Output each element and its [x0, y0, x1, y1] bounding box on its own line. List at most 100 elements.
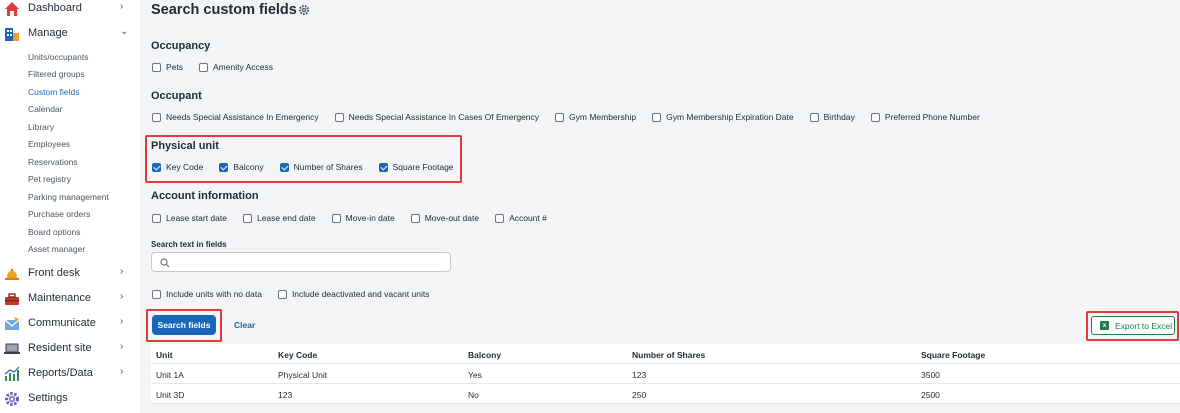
- sidebar-subitem-filtered-groups[interactable]: Filtered groups: [28, 69, 85, 79]
- physical-unit-fields: Key Code Balcony Number of Shares Square…: [152, 162, 470, 172]
- sidebar-subitem-units-occupants[interactable]: Units/occupants: [28, 52, 88, 62]
- chevron-right-icon: ›: [120, 341, 124, 352]
- checkbox-amenity-access[interactable]: Amenity Access: [199, 62, 273, 72]
- export-label: Export to Excel: [1115, 320, 1173, 331]
- account-fields: Lease start date Lease end date Move-in …: [152, 213, 563, 223]
- cell-unit: Unit 1A: [156, 370, 184, 380]
- building-icon: [4, 26, 22, 42]
- sidebar-item-label: Front desk: [28, 267, 80, 279]
- checkbox-include-deactivated[interactable]: Include deactivated and vacant units: [277, 289, 429, 299]
- chevron-right-icon: ›: [120, 266, 124, 277]
- cell-square-footage: 3500: [921, 370, 940, 380]
- occupant-fields: Needs Special Assistance In Emergency Ne…: [152, 112, 996, 122]
- search-icon: [160, 258, 170, 268]
- sidebar-subitem-purchase-orders[interactable]: Purchase orders: [28, 209, 90, 219]
- checkbox-square-footage[interactable]: Square Footage: [378, 162, 454, 172]
- checkbox-move-out-date[interactable]: Move-out date: [410, 213, 479, 223]
- excel-icon: x: [1100, 321, 1109, 330]
- results-table: Unit Key Code Balcony Number of Shares S…: [151, 344, 1180, 404]
- sidebar-item-resident-site[interactable]: Resident site ›: [0, 338, 140, 360]
- laptop-icon: [4, 341, 22, 357]
- sidebar-item-label: Communicate: [28, 317, 96, 329]
- section-title-account: Account information: [151, 190, 259, 202]
- search-options: Include units with no data Include deact…: [152, 289, 445, 299]
- cell-balcony: No: [468, 390, 479, 400]
- sidebar-subitem-board-options[interactable]: Board options: [28, 227, 80, 237]
- mail-icon: [4, 316, 22, 332]
- sidebar-subitem-reservations[interactable]: Reservations: [28, 157, 78, 167]
- sidebar-item-label: Maintenance: [28, 292, 91, 304]
- checkbox-gym-membership[interactable]: Gym Membership: [555, 112, 636, 122]
- cell-number-of-shares: 250: [632, 390, 647, 400]
- checkbox-key-code[interactable]: Key Code: [152, 162, 203, 172]
- column-header-square-footage[interactable]: Square Footage: [921, 350, 985, 360]
- cell-key-code: Physical Unit: [278, 370, 328, 380]
- cell-square-footage: 2500: [921, 390, 940, 400]
- checkbox-lease-start-date[interactable]: Lease start date: [152, 213, 227, 223]
- occupancy-fields: Pets Amenity Access: [152, 62, 289, 72]
- sidebar-subitem-asset-manager[interactable]: Asset manager: [28, 244, 85, 254]
- bell-icon: [4, 266, 22, 282]
- chart-icon: [4, 366, 22, 382]
- clear-button[interactable]: Clear: [234, 320, 255, 330]
- search-field[interactable]: [151, 252, 451, 272]
- sidebar-item-settings[interactable]: Settings: [0, 388, 140, 410]
- search-label: Search text in fields: [151, 240, 227, 249]
- table-header: Unit Key Code Balcony Number of Shares S…: [151, 344, 1180, 364]
- sidebar-item-manage[interactable]: Manage ⌄: [0, 23, 140, 45]
- chevron-down-icon: ⌄: [120, 26, 129, 37]
- search-input[interactable]: [174, 255, 444, 269]
- sidebar-item-communicate[interactable]: Communicate ›: [0, 313, 140, 335]
- sidebar-subitem-pet-registry[interactable]: Pet registry: [28, 174, 71, 184]
- checkbox-gym-membership-expiration[interactable]: Gym Membership Expiration Date: [652, 112, 794, 122]
- chevron-right-icon: ›: [120, 1, 124, 12]
- checkbox-pets[interactable]: Pets: [152, 62, 183, 72]
- gear-icon[interactable]: [298, 4, 310, 16]
- chevron-right-icon: ›: [120, 316, 124, 327]
- cell-key-code: 123: [278, 390, 293, 400]
- chevron-right-icon: ›: [120, 291, 124, 302]
- page-title: Search custom fields: [151, 2, 297, 18]
- column-header-balcony[interactable]: Balcony: [468, 350, 501, 360]
- sidebar-subitem-calendar[interactable]: Calendar: [28, 104, 63, 114]
- toolbox-icon: [4, 291, 22, 307]
- cell-balcony: Yes: [468, 370, 482, 380]
- checkbox-birthday[interactable]: Birthday: [809, 112, 855, 122]
- checkbox-account-number[interactable]: Account #: [495, 213, 547, 223]
- checkbox-needs-special-assistance[interactable]: Needs Special Assistance In Emergency: [152, 112, 319, 122]
- sidebar-item-dashboard[interactable]: Dashboard ›: [0, 0, 140, 20]
- export-to-excel-button[interactable]: x Export to Excel: [1091, 316, 1175, 335]
- home-icon: [4, 1, 22, 17]
- sidebar-item-maintenance[interactable]: Maintenance ›: [0, 288, 140, 310]
- main-content: Search custom fields Occupancy Pets Amen…: [140, 0, 1180, 413]
- checkbox-balcony[interactable]: Balcony: [219, 162, 264, 172]
- table-row[interactable]: Unit 1A Physical Unit Yes 123 3500: [151, 364, 1180, 384]
- sidebar-item-label: Resident site: [28, 342, 92, 354]
- sidebar: Dashboard › Manage ⌄ Units/occupants Fil…: [0, 0, 140, 413]
- sidebar-subitem-library[interactable]: Library: [28, 122, 54, 132]
- sidebar-item-label: Settings: [28, 392, 68, 404]
- sidebar-subitem-parking-management[interactable]: Parking management: [28, 192, 109, 202]
- column-header-key-code[interactable]: Key Code: [278, 350, 317, 360]
- sidebar-subitem-custom-fields[interactable]: Custom fields: [28, 87, 80, 97]
- checkbox-number-of-shares[interactable]: Number of Shares: [279, 162, 363, 172]
- sidebar-item-front-desk[interactable]: Front desk ›: [0, 263, 140, 285]
- cell-unit: Unit 3D: [156, 390, 185, 400]
- column-header-number-of-shares[interactable]: Number of Shares: [632, 350, 705, 360]
- cell-number-of-shares: 123: [632, 370, 647, 380]
- checkbox-move-in-date[interactable]: Move-in date: [331, 213, 395, 223]
- sidebar-item-reports-data[interactable]: Reports/Data ›: [0, 363, 140, 385]
- sidebar-item-label: Reports/Data: [28, 367, 93, 379]
- sidebar-subitem-employees[interactable]: Employees: [28, 139, 70, 149]
- chevron-right-icon: ›: [120, 366, 124, 377]
- checkbox-include-no-data[interactable]: Include units with no data: [152, 289, 262, 299]
- section-title-occupancy: Occupancy: [151, 40, 211, 52]
- table-row[interactable]: Unit 3D 123 No 250 2500: [151, 384, 1180, 404]
- column-header-unit[interactable]: Unit: [156, 350, 173, 360]
- section-title-physical-unit: Physical unit: [151, 140, 219, 152]
- checkbox-preferred-phone[interactable]: Preferred Phone Number: [870, 112, 980, 122]
- checkbox-lease-end-date[interactable]: Lease end date: [242, 213, 316, 223]
- gear-icon: [4, 391, 22, 407]
- checkbox-needs-special-assistance-cases[interactable]: Needs Special Assistance In Cases Of Eme…: [334, 112, 539, 122]
- search-fields-button[interactable]: Search fields: [152, 315, 216, 335]
